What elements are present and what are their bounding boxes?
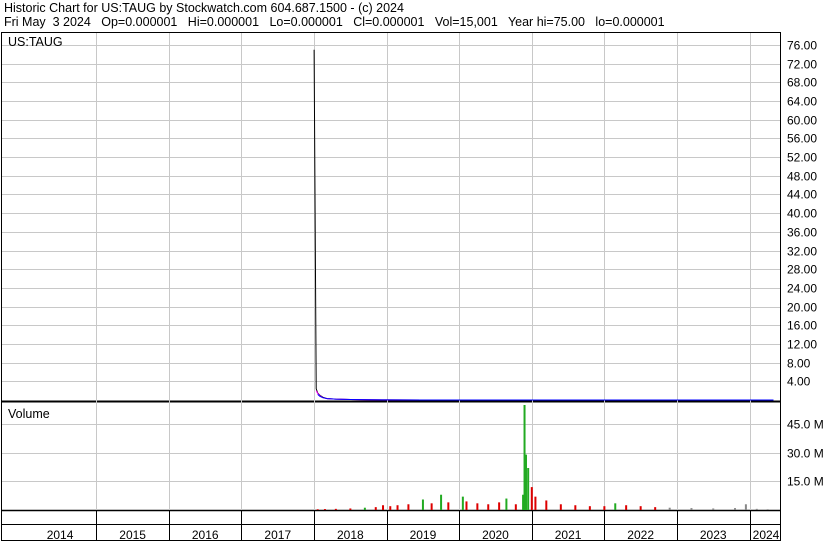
x-tick-label: 2024 — [753, 528, 780, 542]
volume-bar — [389, 506, 392, 510]
stock-chart: 76.00 72.00 68.00 64.00 60.00 56.00 52.00 48.00… — [1, 32, 824, 542]
volume-grid — [2, 424, 780, 482]
volume-bar — [323, 509, 326, 510]
volume-bar — [614, 503, 617, 510]
volume-bar — [421, 499, 424, 510]
volume-bar — [498, 502, 501, 510]
price-line — [315, 390, 774, 401]
volume-bar — [349, 508, 352, 510]
x-axis: 2014 2015 2016 2017 2018 2019 2020 2021 2022 2023… — [47, 528, 780, 542]
x-tick-label: 2015 — [119, 528, 146, 542]
volume-y-tick: 15.0 M — [787, 475, 824, 489]
price-y-tick: 12.00 — [787, 338, 817, 352]
volume-bar — [316, 509, 319, 510]
x-tick-label: 2014 — [47, 528, 74, 542]
price-y-tick: 32.00 — [787, 245, 817, 259]
volume-bar — [734, 508, 737, 510]
x-tick-label: 2016 — [192, 528, 219, 542]
price-line — [313, 49, 774, 401]
volume-panel-title: Volume — [8, 407, 50, 421]
volume-bar — [574, 505, 577, 510]
year-grid — [96, 33, 751, 540]
volume-bar — [639, 506, 642, 510]
volume-bar — [487, 504, 490, 510]
volume-bar — [374, 507, 377, 510]
volume-bar — [545, 500, 548, 510]
volume-bar — [712, 508, 715, 510]
volume-bar — [530, 487, 533, 510]
volume-bar — [603, 506, 606, 510]
price-y-tick: 8.00 — [787, 357, 811, 371]
price-y-tick: 52.00 — [787, 151, 817, 165]
price-series — [313, 49, 774, 401]
price-line — [317, 394, 774, 401]
volume-bar — [625, 505, 628, 510]
volume-y-axis: 45.0 M 30.0 M 15.0 M — [787, 418, 824, 489]
volume-bar — [363, 507, 366, 510]
price-y-tick: 4.00 — [787, 375, 811, 389]
x-tick-label: 2017 — [264, 528, 291, 542]
volume-bar — [440, 494, 443, 510]
volume-bars — [316, 405, 769, 510]
price-y-axis: 76.00 72.00 68.00 64.00 60.00 56.00 52.00 48.00… — [787, 39, 817, 389]
volume-bar — [334, 508, 337, 510]
volume-bar — [559, 504, 562, 510]
price-y-tick: 56.00 — [787, 132, 817, 146]
volume-bar — [527, 468, 530, 510]
price-y-tick: 76.00 — [787, 39, 817, 53]
volume-bar — [668, 507, 671, 510]
x-tick-label: 2020 — [482, 528, 509, 542]
x-tick-label: 2023 — [700, 528, 727, 542]
price-y-tick: 28.00 — [787, 263, 817, 277]
volume-bar — [461, 496, 464, 510]
price-y-tick: 48.00 — [787, 170, 817, 184]
price-grid — [2, 45, 780, 382]
volume-bar — [407, 504, 410, 510]
x-tick-label: 2022 — [627, 528, 654, 542]
x-tick-label: 2019 — [410, 528, 437, 542]
volume-bar — [654, 507, 657, 510]
price-y-tick: 72.00 — [787, 58, 817, 72]
price-y-tick: 20.00 — [787, 301, 817, 315]
chart-frame — [1, 32, 781, 541]
volume-bar — [766, 509, 769, 510]
volume-y-tick: 45.0 M — [787, 418, 824, 432]
volume-bar — [476, 503, 479, 510]
volume-bar — [524, 454, 527, 510]
volume-bar — [514, 504, 517, 510]
volume-bar — [534, 496, 537, 510]
price-y-tick: 68.00 — [787, 76, 817, 90]
price-y-tick: 64.00 — [787, 95, 817, 109]
volume-bar — [447, 502, 450, 510]
volume-bar — [505, 498, 508, 510]
volume-bar — [588, 506, 591, 510]
price-panel-title: US:TAUG — [8, 35, 63, 49]
volume-bar — [396, 505, 399, 510]
x-tick-label: 2021 — [555, 528, 582, 542]
price-y-tick: 60.00 — [787, 114, 817, 128]
volume-bar — [382, 505, 385, 510]
x-tick-label: 2018 — [337, 528, 364, 542]
price-y-tick: 24.00 — [787, 282, 817, 296]
price-y-tick: 16.00 — [787, 319, 817, 333]
price-y-tick: 44.00 — [787, 188, 817, 202]
volume-bar — [465, 501, 468, 510]
volume-bar — [690, 508, 693, 510]
volume-bar — [430, 503, 433, 510]
price-y-tick: 36.00 — [787, 226, 817, 240]
volume-bar — [744, 504, 747, 510]
volume-bar — [755, 508, 758, 510]
volume-y-tick: 30.0 M — [787, 447, 824, 461]
price-y-tick: 40.00 — [787, 207, 817, 221]
